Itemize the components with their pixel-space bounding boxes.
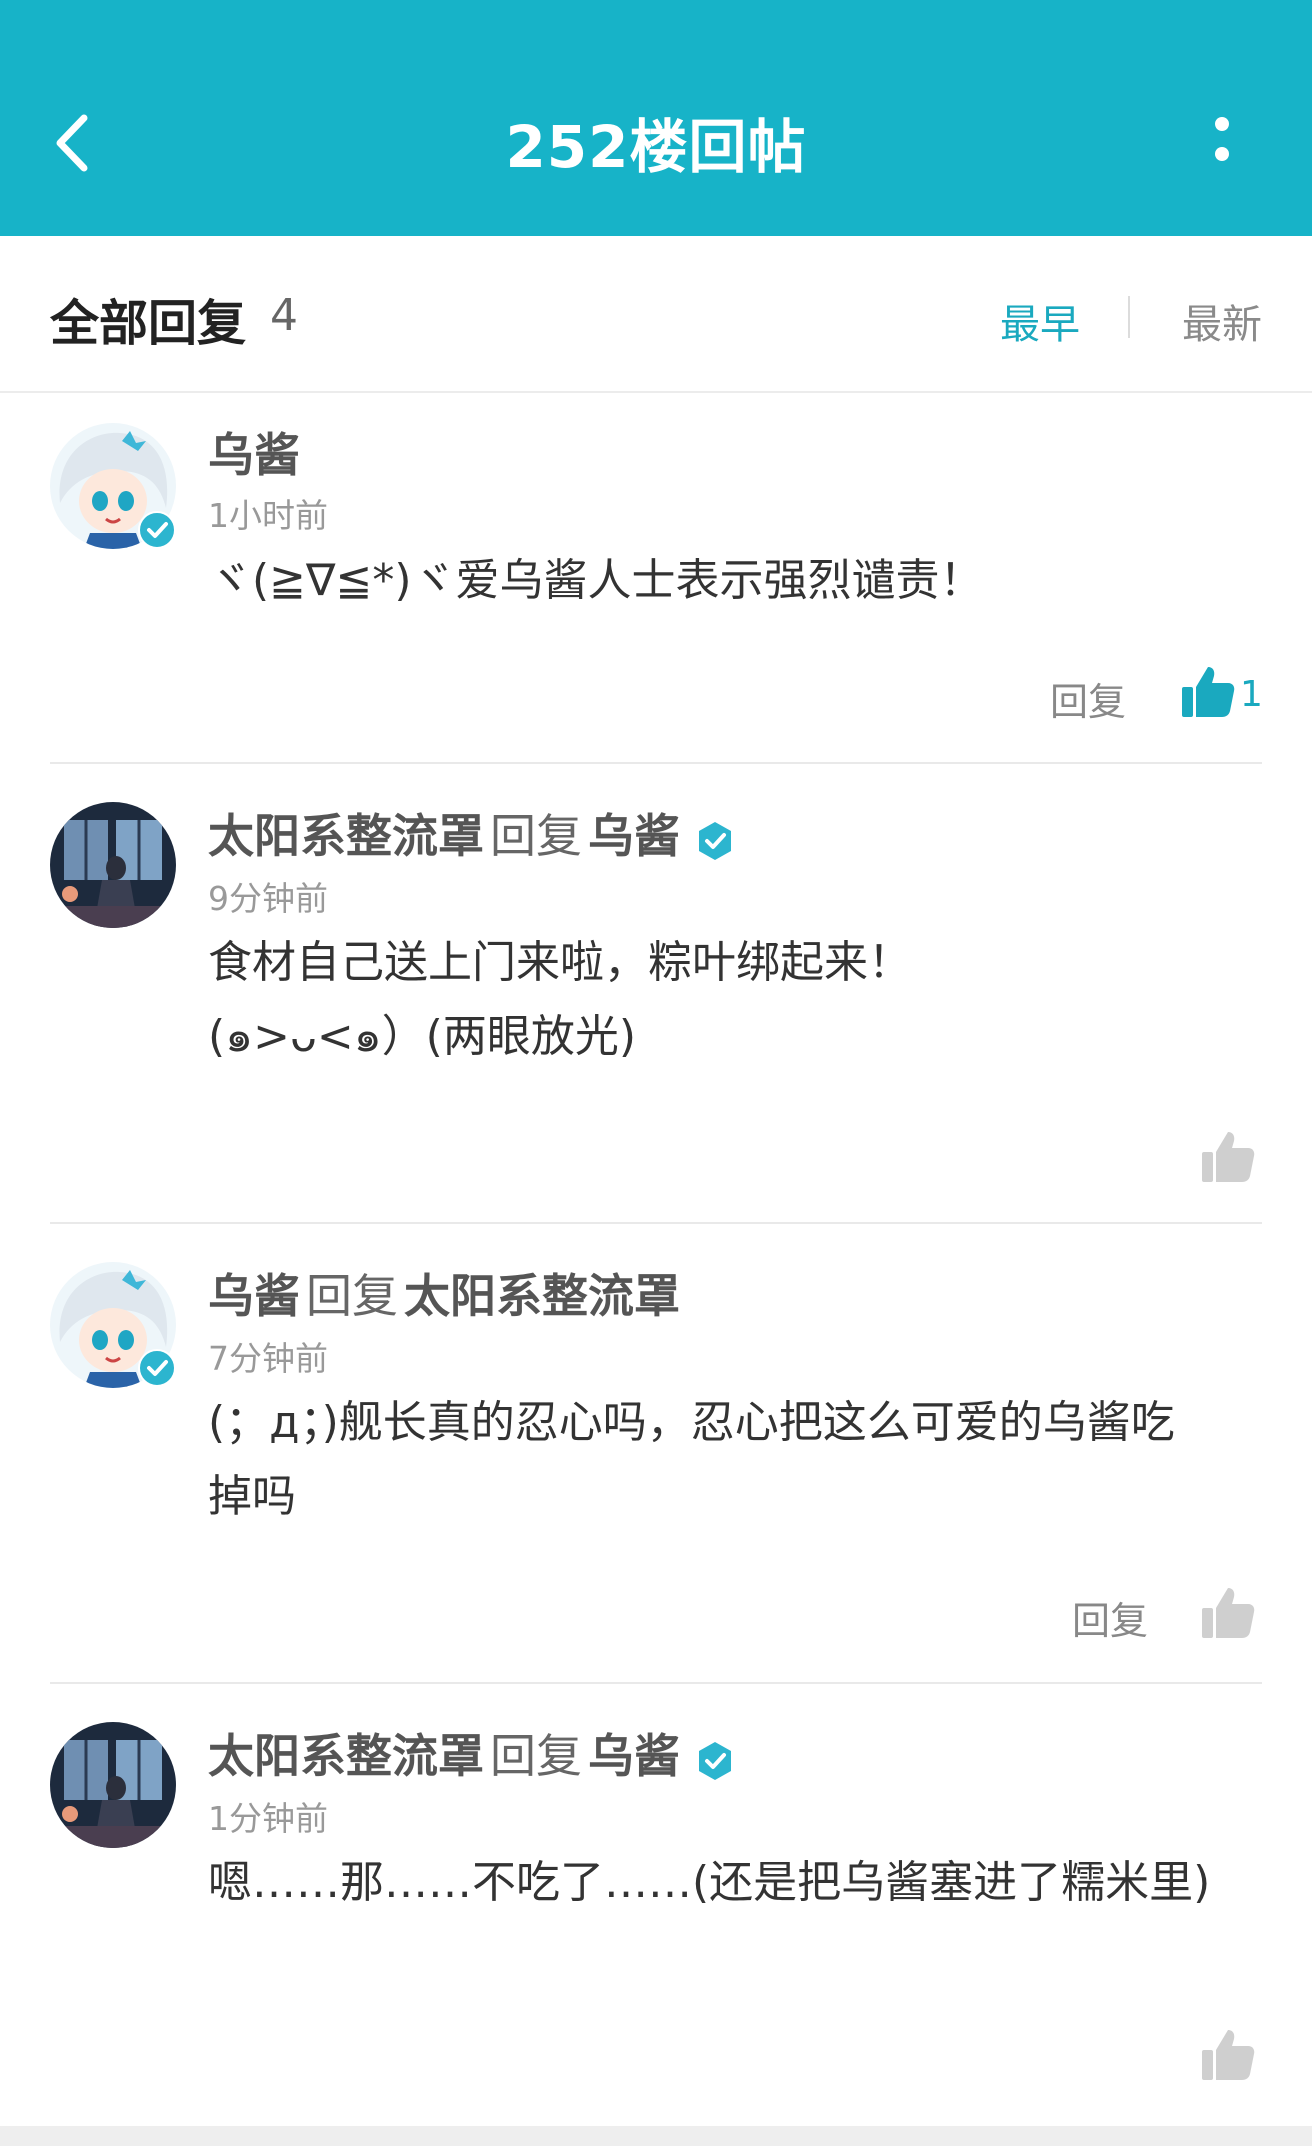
- all-replies-label: 全部回复: [50, 295, 247, 352]
- content-line: 掉吗: [208, 1471, 296, 1522]
- divider: [50, 1222, 1262, 1224]
- author-name[interactable]: 乌酱: [208, 428, 300, 482]
- author-name[interactable]: 太阳系整流罩: [208, 809, 484, 863]
- content-line: (๑>ᴗ<๑）(两眼放光): [208, 1011, 637, 1062]
- sort-earliest-tab[interactable]: 最早: [1000, 292, 1080, 350]
- reply-button[interactable]: 回复: [1072, 1590, 1148, 1645]
- reply-content: 食材自己送上门来啦，粽叶绑起来！ (๑>ᴗ<๑）(两眼放光): [208, 926, 1268, 1074]
- verified-badge-icon: [138, 511, 176, 549]
- thumbs-up-icon[interactable]: [1180, 663, 1236, 719]
- bottom-strip: [0, 2126, 1312, 2146]
- reply-target-name[interactable]: 乌酱: [588, 809, 680, 863]
- replies-header: 全部回复 4 最早 最新: [0, 236, 1312, 393]
- reply-content: ヾ(≧∇≦*)ヾ爱乌酱人士表示强烈谴责！: [208, 555, 984, 606]
- thumbs-up-icon[interactable]: [1200, 1584, 1256, 1640]
- reply-time: 1分钟前: [208, 1799, 328, 1838]
- divider: [50, 1682, 1262, 1684]
- page-title: 252楼回帖: [505, 113, 807, 181]
- reply-author-line: 太阳系整流罩 回复 乌酱: [208, 800, 736, 866]
- more-options-icon[interactable]: [1198, 110, 1246, 174]
- content-line: 食材自己送上门来啦，粽叶绑起来！: [208, 937, 912, 988]
- reply-to-word: 回复: [306, 1269, 398, 1323]
- reply-content: (；д；)舰长真的忍心吗，忍心把这么可爱的乌酱吃 掉吗: [208, 1386, 1268, 1534]
- top-app-bar: 252楼回帖: [0, 0, 1312, 236]
- author-name[interactable]: 太阳系整流罩: [208, 1729, 484, 1783]
- sort-latest-tab[interactable]: 最新: [1182, 292, 1262, 350]
- verified-badge-icon: [694, 1739, 736, 1781]
- verified-badge-icon: [138, 1349, 176, 1387]
- reply-to-word: 回复: [490, 809, 582, 863]
- content-line: (；д；)舰长真的忍心吗，忍心把这么可爱的乌酱吃: [208, 1397, 1175, 1448]
- avatar[interactable]: [50, 1722, 176, 1848]
- reply-button[interactable]: 回复: [1050, 671, 1126, 726]
- verified-badge-icon: [694, 819, 736, 861]
- reply-time: 1小时前: [208, 496, 328, 535]
- thumbs-up-icon[interactable]: [1200, 1128, 1256, 1184]
- reply-content: 嗯……那……不吃了……(还是把乌酱塞进了糯米里): [208, 1857, 1211, 1908]
- reply-author-line: 乌酱 回复 太阳系整流罩: [208, 1260, 680, 1326]
- reply-time: 7分钟前: [208, 1339, 328, 1378]
- divider: [50, 762, 1262, 764]
- like-count: 1: [1240, 674, 1263, 715]
- avatar[interactable]: [50, 802, 176, 928]
- sort-divider: [1128, 296, 1130, 338]
- reply-target-name[interactable]: 太阳系整流罩: [404, 1269, 680, 1323]
- author-name[interactable]: 乌酱: [208, 1269, 300, 1323]
- reply-to-word: 回复: [490, 1729, 582, 1783]
- reply-author-line: 太阳系整流罩 回复 乌酱: [208, 1720, 736, 1786]
- reply-count: 4: [270, 290, 298, 341]
- reply-target-name[interactable]: 乌酱: [588, 1729, 680, 1783]
- reply-author-line: 乌酱: [208, 419, 300, 485]
- thumbs-up-icon[interactable]: [1200, 2026, 1256, 2082]
- reply-time: 9分钟前: [208, 879, 328, 918]
